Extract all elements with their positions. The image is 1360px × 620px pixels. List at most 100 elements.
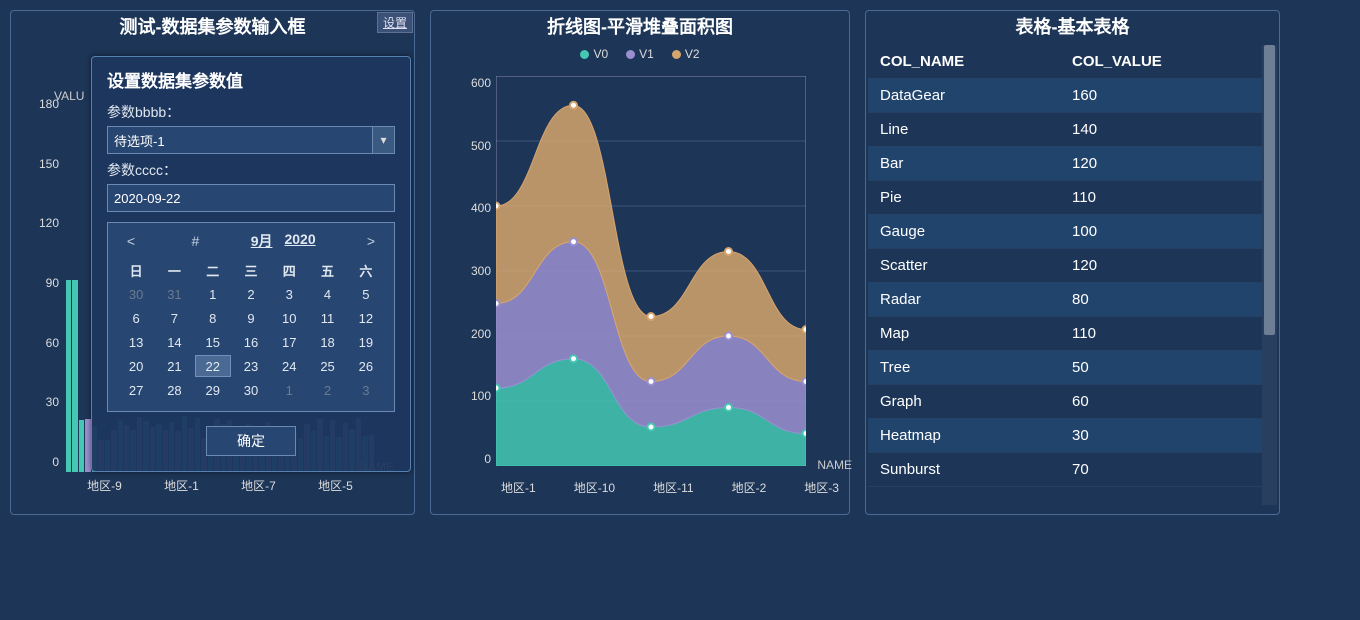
table-header: COL_NAME bbox=[868, 45, 1060, 79]
dp-day[interactable]: 24 bbox=[271, 355, 307, 377]
ytick: 500 bbox=[461, 139, 491, 153]
table-row[interactable]: Radar80 bbox=[868, 283, 1262, 317]
dow-header: 三 bbox=[233, 259, 269, 281]
cell-name: Pie bbox=[868, 181, 1060, 215]
ytick: 150 bbox=[29, 157, 59, 171]
dp-day[interactable]: 10 bbox=[271, 307, 307, 329]
dp-day[interactable]: 16 bbox=[233, 331, 269, 353]
cell-name: Sunburst bbox=[868, 453, 1060, 487]
param-b-select[interactable]: ▾ bbox=[107, 126, 395, 154]
table-row[interactable]: Gauge100 bbox=[868, 215, 1262, 249]
scrollbar[interactable] bbox=[1262, 45, 1277, 505]
dp-day[interactable]: 17 bbox=[271, 331, 307, 353]
bar bbox=[72, 280, 77, 472]
cell-value: 100 bbox=[1060, 215, 1262, 249]
dp-day[interactable]: 30 bbox=[118, 283, 154, 305]
param-c-input[interactable] bbox=[107, 184, 395, 212]
dp-day[interactable]: 25 bbox=[309, 355, 345, 377]
table-row[interactable]: Map110 bbox=[868, 317, 1262, 351]
dp-prev1-icon[interactable]: # bbox=[186, 233, 204, 249]
dp-day[interactable]: 1 bbox=[271, 379, 307, 401]
dp-day[interactable]: 23 bbox=[233, 355, 269, 377]
dp-day[interactable]: 2 bbox=[233, 283, 269, 305]
dp-day[interactable]: 2 bbox=[309, 379, 345, 401]
table-row[interactable]: Bar120 bbox=[868, 147, 1262, 181]
table-row[interactable]: Scatter120 bbox=[868, 249, 1262, 283]
dp-month[interactable]: 9月 bbox=[251, 231, 273, 251]
dp-day[interactable]: 20 bbox=[118, 355, 154, 377]
legend-item[interactable]: V1 bbox=[626, 47, 654, 61]
dp-day[interactable]: 19 bbox=[348, 331, 384, 353]
cell-name: Radar bbox=[868, 283, 1060, 317]
settings-dialog: 设置数据集参数值 参数bbbb： ▾ 参数cccc： < # 9月 2020 bbox=[91, 56, 411, 472]
dp-day[interactable]: 9 bbox=[233, 307, 269, 329]
dp-day[interactable]: 7 bbox=[156, 307, 192, 329]
bar bbox=[79, 420, 84, 472]
table-row[interactable]: DataGear160 bbox=[868, 79, 1262, 113]
table-row[interactable]: Sunburst70 bbox=[868, 453, 1262, 487]
cell-value: 120 bbox=[1060, 147, 1262, 181]
dow-header: 日 bbox=[118, 259, 154, 281]
dp-day[interactable]: 31 bbox=[156, 283, 192, 305]
cell-value: 160 bbox=[1060, 79, 1262, 113]
dp-day[interactable]: 26 bbox=[348, 355, 384, 377]
xtick: 地区-5 bbox=[318, 477, 353, 494]
dow-header: 六 bbox=[348, 259, 384, 281]
dp-day[interactable]: 3 bbox=[271, 283, 307, 305]
xtick: 地区-7 bbox=[241, 477, 276, 494]
xtick: 地区-1 bbox=[164, 477, 199, 494]
dp-day[interactable]: 28 bbox=[156, 379, 192, 401]
table-row[interactable]: Tree50 bbox=[868, 351, 1262, 385]
dp-day[interactable]: 21 bbox=[156, 355, 192, 377]
cell-name: DataGear bbox=[868, 79, 1060, 113]
settings-button[interactable]: 设置 bbox=[377, 12, 413, 33]
cell-name: Tree bbox=[868, 351, 1060, 385]
param-b-value[interactable] bbox=[108, 133, 372, 148]
legend-item[interactable]: V2 bbox=[672, 47, 700, 61]
dp-next1-icon[interactable]: > bbox=[362, 233, 380, 249]
panel1-title: 测试-数据集参数输入框 bbox=[11, 11, 414, 45]
confirm-button[interactable]: 确定 bbox=[206, 426, 296, 456]
dp-day[interactable]: 3 bbox=[348, 379, 384, 401]
dp-day[interactable]: 6 bbox=[118, 307, 154, 329]
axis-xlabel: NAME bbox=[817, 458, 852, 472]
cell-name: Bar bbox=[868, 147, 1060, 181]
dp-prev2-icon[interactable]: < bbox=[122, 233, 140, 249]
dp-day[interactable]: 15 bbox=[195, 331, 231, 353]
dp-day[interactable]: 12 bbox=[348, 307, 384, 329]
dp-day[interactable]: 1 bbox=[195, 283, 231, 305]
xtick: 地区-2 bbox=[732, 479, 767, 496]
legend-item[interactable]: V0 bbox=[580, 47, 608, 61]
dp-year[interactable]: 2020 bbox=[284, 231, 315, 251]
param-c-value[interactable] bbox=[108, 191, 394, 206]
table-row[interactable]: Line140 bbox=[868, 113, 1262, 147]
dp-day[interactable]: 14 bbox=[156, 331, 192, 353]
xtick: 地区-1 bbox=[501, 479, 536, 496]
dp-day[interactable]: 22 bbox=[195, 355, 231, 377]
dialog-title: 设置数据集参数值 bbox=[107, 67, 395, 92]
ytick: 30 bbox=[29, 395, 59, 409]
dp-day[interactable]: 11 bbox=[309, 307, 345, 329]
table-row[interactable]: Heatmap30 bbox=[868, 419, 1262, 453]
dp-day[interactable]: 8 bbox=[195, 307, 231, 329]
table-row[interactable]: Graph60 bbox=[868, 385, 1262, 419]
table-row[interactable]: Pie110 bbox=[868, 181, 1262, 215]
panel3-title: 表格-基本表格 bbox=[866, 11, 1279, 45]
dp-day[interactable]: 29 bbox=[195, 379, 231, 401]
scrollbar-thumb[interactable] bbox=[1264, 45, 1275, 335]
chevron-down-icon[interactable]: ▾ bbox=[372, 127, 394, 153]
xtick: 地区-10 bbox=[574, 479, 615, 496]
dp-day[interactable]: 30 bbox=[233, 379, 269, 401]
dp-day[interactable]: 5 bbox=[348, 283, 384, 305]
dow-header: 二 bbox=[195, 259, 231, 281]
dow-header: 一 bbox=[156, 259, 192, 281]
dp-day[interactable]: 18 bbox=[309, 331, 345, 353]
cell-name: Gauge bbox=[868, 215, 1060, 249]
dp-day[interactable]: 27 bbox=[118, 379, 154, 401]
param-b-label: 参数bbbb： bbox=[107, 102, 395, 122]
dp-day[interactable]: 13 bbox=[118, 331, 154, 353]
ytick: 100 bbox=[461, 389, 491, 403]
panel-table: 表格-基本表格 COL_NAMECOL_VALUEDataGear160Line… bbox=[865, 10, 1280, 515]
date-picker[interactable]: < # 9月 2020 > 日一二三四五六3031123456789101112… bbox=[107, 222, 395, 412]
dp-day[interactable]: 4 bbox=[309, 283, 345, 305]
